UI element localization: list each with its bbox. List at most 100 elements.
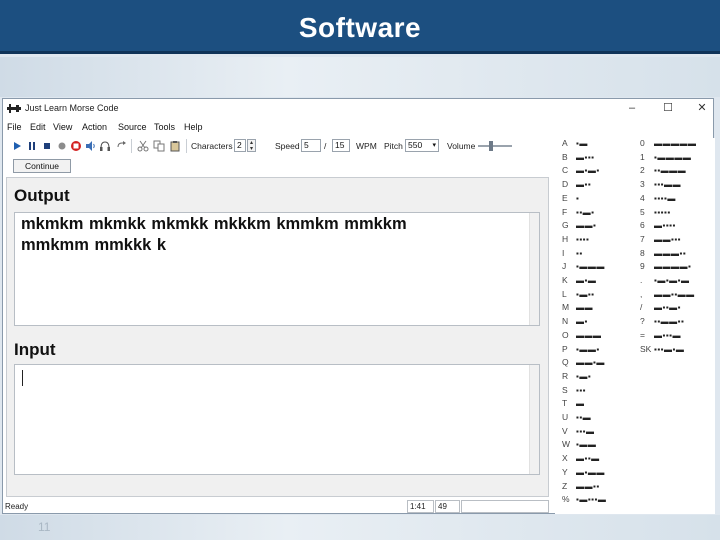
toolbar-separator — [131, 139, 132, 153]
toolbar-separator — [186, 139, 187, 153]
output-scrollbar[interactable] — [529, 213, 539, 325]
morse-code: ▪▪ — [576, 248, 583, 258]
morse-row: R ▪▬▪ — [562, 371, 591, 385]
morse-character: K — [562, 275, 568, 285]
morse-code: ▪▪▪▪▪ — [654, 207, 671, 217]
morse-row: A ▪▬ — [562, 138, 588, 152]
menu-file[interactable]: File — [7, 122, 22, 132]
morse-row: 0 ▬▬▬▬▬ — [640, 138, 697, 152]
characters-field[interactable]: 2 — [234, 139, 246, 152]
morse-row: = ▬▪▪▪▬ — [640, 330, 681, 344]
morse-character: W — [562, 439, 571, 450]
output-area[interactable]: mkmkm mkmkk mkmkk mkkkm kmmkm mmkkm mmkm… — [14, 212, 540, 326]
headphones-icon[interactable] — [99, 140, 111, 152]
morse-character: % — [562, 494, 570, 505]
pitch-value: 550 — [408, 140, 423, 150]
status-text: Ready — [5, 502, 29, 511]
morse-character: L — [562, 288, 567, 299]
stop-icon[interactable] — [41, 140, 53, 152]
record-dot-icon[interactable] — [56, 140, 68, 152]
morse-character: 7 — [640, 233, 645, 244]
morse-code: ▪▬▬ — [576, 440, 597, 450]
volume-slider-thumb[interactable] — [489, 141, 493, 151]
morse-code: ▬▪▬▬ — [576, 467, 605, 477]
status-time: 1:41 — [407, 500, 434, 513]
wpm-field[interactable]: 15 — [332, 139, 350, 152]
characters-spinner[interactable]: ▴ ▾ — [247, 139, 256, 152]
morse-code: ▪▪▪▬▪▬ — [654, 344, 685, 354]
chevron-down-icon: ▾ — [432, 142, 436, 149]
speaker-icon[interactable] — [85, 140, 97, 152]
speed-label: Speed — [275, 141, 300, 151]
pause-icon[interactable] — [26, 140, 38, 152]
morse-character: . — [640, 275, 643, 285]
menu-view[interactable]: View — [53, 122, 72, 132]
loop-icon[interactable] — [115, 140, 127, 152]
morse-row: . ▪▬▪▬▪▬ — [640, 275, 690, 289]
morse-code: ▬▪▪▪▪ — [654, 221, 676, 231]
menu-action[interactable]: Action — [82, 122, 107, 132]
slide-number: 11 — [38, 520, 51, 534]
morse-character: / — [640, 302, 643, 313]
menu-help[interactable]: Help — [184, 122, 203, 132]
morse-character: A — [562, 138, 568, 148]
toolbar: Characters 2 ▴ ▾ Speed 5 / 15 WPM Pitch 5… — [3, 137, 551, 155]
morse-row: U ▪▪▬ — [562, 412, 591, 426]
input-area[interactable] — [14, 364, 540, 475]
morse-character: O — [562, 329, 569, 340]
continue-button[interactable]: Continue — [13, 159, 71, 173]
morse-code: ▪▪▬▬▬ — [654, 166, 687, 176]
speed-field[interactable]: 5 — [301, 139, 321, 152]
morse-code: ▬ — [576, 399, 585, 409]
maximize-button[interactable]: ☐ — [657, 101, 679, 117]
morse-code: ▪▬▬▬▬ — [654, 152, 692, 162]
morse-row: T ▬ — [562, 398, 585, 412]
morse-character: 2 — [640, 165, 645, 176]
morse-code: ▪▬▪▬▪▬ — [654, 276, 690, 285]
morse-character: 9 — [640, 261, 645, 272]
morse-row: P ▪▬▬▪ — [562, 344, 600, 358]
status-bar: Ready 1:41 49 — [3, 499, 551, 514]
morse-row: L ▪▬▪▪ — [562, 289, 595, 303]
morse-character: J — [562, 261, 567, 272]
input-scrollbar[interactable] — [529, 365, 539, 474]
copy-icon[interactable] — [153, 140, 165, 152]
pitch-select[interactable]: 550 ▾ — [405, 139, 439, 152]
cut-icon[interactable] — [137, 140, 149, 152]
pitch-label: Pitch — [384, 141, 403, 151]
morse-character: 6 — [640, 220, 645, 231]
slide-background-band-bottom — [0, 515, 720, 540]
play-icon[interactable] — [11, 140, 23, 152]
morse-code: ▪▪▬ — [576, 413, 592, 422]
minimize-button[interactable]: – — [621, 101, 643, 117]
slide-title: Software — [298, 12, 422, 43]
morse-row: H ▪▪▪▪ — [562, 234, 589, 248]
morse-row: 3 ▪▪▪▬▬ — [640, 179, 681, 193]
morse-row: 9 ▬▬▬▬▪ — [640, 261, 691, 275]
main-panel: Output mkmkm mkmkk mkmkk mkkkm kmmkm mmk… — [6, 177, 549, 497]
morse-row: S ▪▪▪ — [562, 385, 586, 399]
morse-row: 6 ▬▪▪▪▪ — [640, 220, 676, 234]
title-bar[interactable]: Just Learn Morse Code – ☐ ✕ — [3, 99, 713, 119]
close-button[interactable]: ✕ — [691, 101, 713, 117]
volume-slider[interactable] — [478, 141, 512, 151]
slide-background-band — [0, 57, 720, 97]
morse-character: E — [562, 192, 568, 203]
morse-chart: A ▪▬ B ▬▪▪▪ C ▬▪▬▪ D ▬▪▪ E ▪ F ▪▪▬▪ G ▬▬▪ H ▪▪▪▪ I ▪▪ J ▪▬▬… — [555, 138, 715, 514]
morse-code: ▪▬▬▬ — [576, 262, 605, 272]
morse-code: ▬▬▪▪ — [576, 481, 600, 491]
morse-code: ▬▬▬▪▪ — [654, 248, 687, 258]
record-icon[interactable] — [70, 140, 82, 152]
morse-character: S — [562, 384, 568, 395]
menu-source[interactable]: Source — [118, 122, 147, 132]
morse-row: G ▬▬▪ — [562, 220, 596, 234]
morse-character: G — [562, 220, 569, 231]
morse-row: Z ▬▬▪▪ — [562, 481, 600, 495]
paste-icon[interactable] — [169, 140, 181, 152]
morse-code: ▪▪▪▪▬ — [654, 193, 676, 203]
morse-code: ▪▪▬▬▪▪ — [654, 317, 685, 327]
menu-edit[interactable]: Edit — [30, 122, 46, 132]
morse-character: D — [562, 179, 569, 190]
menu-tools[interactable]: Tools — [154, 122, 175, 132]
morse-character: F — [562, 206, 568, 217]
